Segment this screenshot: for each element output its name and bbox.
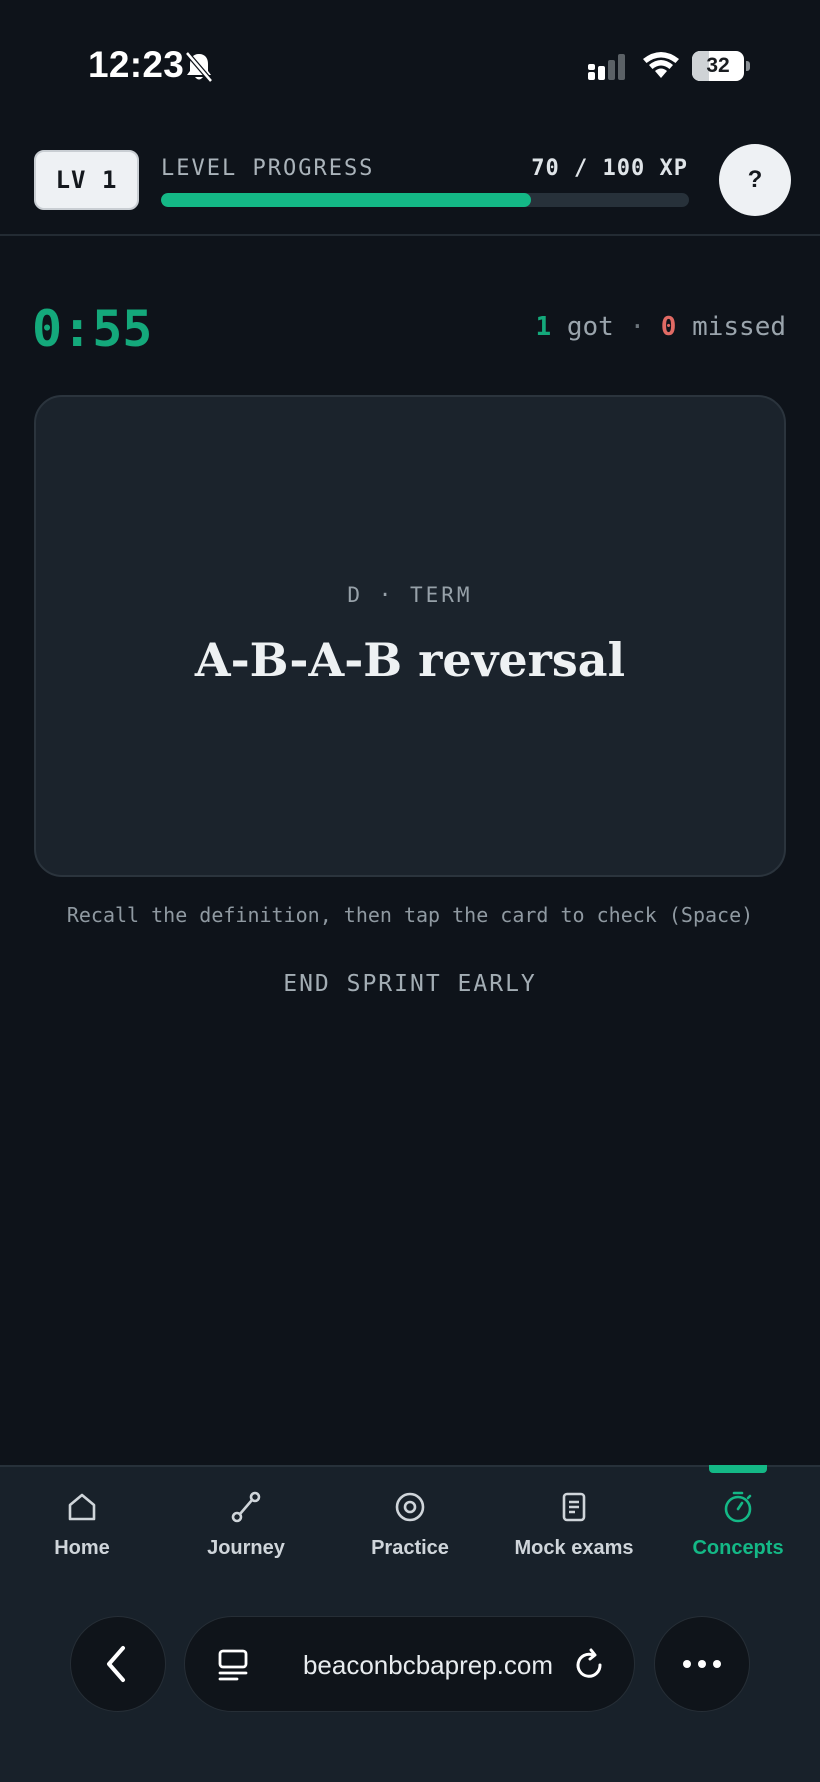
browser-bar: beaconbcbaprep.com <box>0 1592 820 1782</box>
url-text: beaconbcbaprep.com <box>302 1649 553 1680</box>
more-dot <box>683 1660 691 1668</box>
xp-progress-fill <box>161 193 531 207</box>
score-separator: · <box>629 312 646 342</box>
nav-label-home: Home <box>54 1537 110 1559</box>
nav-label-practice: Practice <box>371 1537 449 1559</box>
more-dot <box>698 1660 706 1668</box>
battery-icon: 32 <box>692 51 744 81</box>
document-icon <box>562 1492 586 1522</box>
status-time: 12:23 <box>88 44 185 85</box>
bottom-nav: Home Journey Practice Mock exams Concept… <box>0 1465 820 1592</box>
more-dot <box>713 1660 721 1668</box>
nav-item-concepts[interactable]: Concepts <box>656 1467 820 1594</box>
missed-count: 0 <box>660 312 677 342</box>
level-header: LV 1 LEVEL PROGRESS 70 / 100 XP ? <box>0 130 820 236</box>
sprint-timer: 0:55 <box>32 300 153 358</box>
browser-more-button[interactable] <box>654 1616 750 1712</box>
url-bar[interactable]: beaconbcbaprep.com <box>184 1616 635 1712</box>
nav-label-mock-exams: Mock exams <box>514 1537 634 1559</box>
reload-icon[interactable] <box>571 1647 607 1683</box>
battery-percent: 32 <box>706 54 730 77</box>
browser-back-button[interactable] <box>70 1616 166 1712</box>
wifi-icon <box>643 52 679 78</box>
nav-label-journey: Journey <box>207 1537 285 1559</box>
end-sprint-button[interactable]: END SPRINT EARLY <box>260 960 560 1008</box>
got-count: 1 <box>535 312 552 342</box>
level-progress-label: LEVEL PROGRESS <box>161 156 375 181</box>
xp-progress-value: 70 / 100 XP <box>531 156 688 181</box>
hint-text: Recall the definition, then tap the card… <box>66 903 754 927</box>
chevron-left-icon <box>107 1646 125 1682</box>
card-category: D · TERM <box>347 583 473 607</box>
nav-item-home[interactable]: Home <box>0 1467 164 1594</box>
bell-slash-icon <box>185 51 213 83</box>
route-icon <box>231 1491 261 1523</box>
got-label: got <box>566 312 614 342</box>
nav-active-indicator <box>709 1465 767 1473</box>
battery-nub <box>746 61 750 71</box>
card-term: A-B-A-B reversal <box>194 633 626 687</box>
missed-label: missed <box>692 312 786 342</box>
target-icon <box>395 1492 425 1522</box>
level-badge: LV 1 <box>34 150 139 210</box>
status-bar: 12:23 32 <box>0 0 820 130</box>
nav-label-concepts: Concepts <box>692 1537 784 1559</box>
sprint-score: 1 got · 0 missed <box>536 312 786 342</box>
home-icon <box>68 1493 96 1521</box>
help-button[interactable]: ? <box>719 144 791 216</box>
tabs-icon <box>218 1649 248 1681</box>
flash-card[interactable]: D · TERM A-B-A-B reversal <box>34 395 786 877</box>
nav-item-mock-exams[interactable]: Mock exams <box>492 1467 656 1594</box>
nav-item-journey[interactable]: Journey <box>164 1467 328 1594</box>
stopwatch-icon <box>724 1491 752 1523</box>
nav-item-practice[interactable]: Practice <box>328 1467 492 1594</box>
xp-progress-bar <box>161 193 689 207</box>
cellular-signal-icon <box>588 54 625 80</box>
